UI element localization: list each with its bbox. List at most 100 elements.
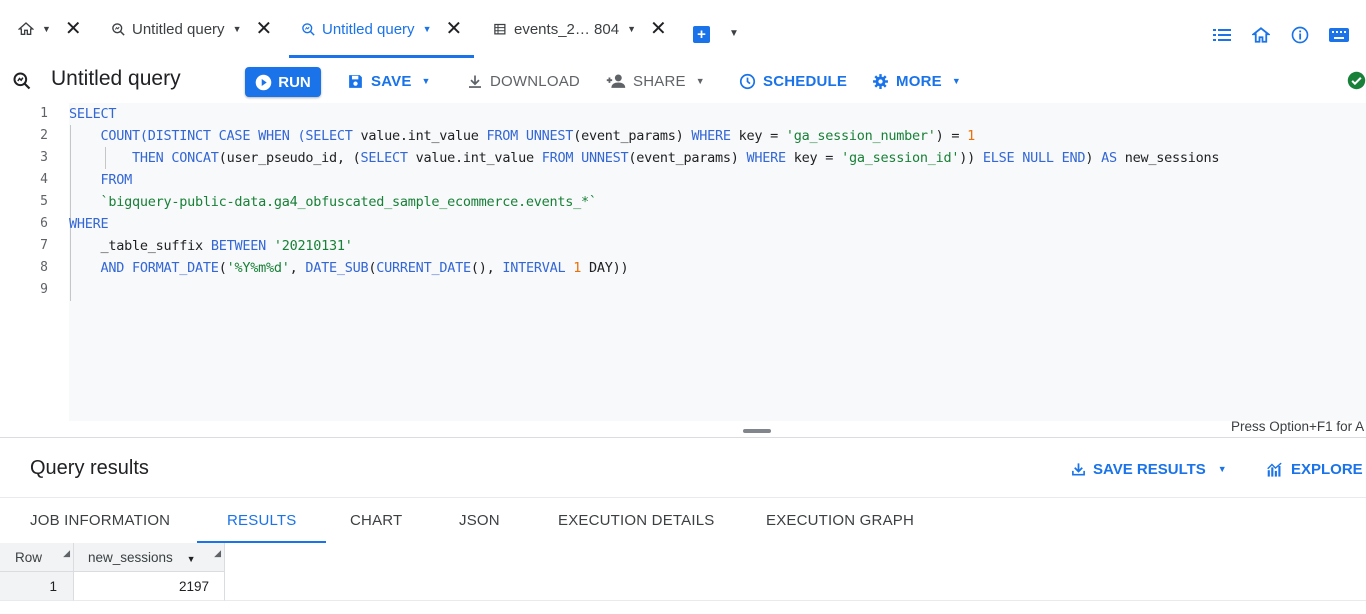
code-line[interactable]: _table_suffix BETWEEN '20210131' [69, 235, 353, 257]
query-toolbar: Untitled query RUN SAVE ▼ DOWNLOAD SHARE… [0, 58, 1366, 104]
code-line[interactable]: WHERE [69, 213, 109, 235]
column-header-row[interactable]: Row ◢ [0, 543, 74, 572]
query-icon [12, 71, 32, 91]
code-token: COUNT(DISTINCT CASE WHEN (SELECT [100, 128, 353, 144]
code-token: THEN CONCAT [132, 150, 219, 166]
page-title: Untitled query [51, 67, 181, 90]
code-token: 'ga_session_id' [841, 150, 960, 166]
check-circle-icon [1347, 71, 1366, 90]
download-icon [467, 73, 483, 90]
code-line[interactable]: AND FORMAT_DATE('%Y%m%d', DATE_SUB(CURRE… [69, 257, 629, 279]
query-icon [111, 22, 126, 37]
tab-label: Untitled query [132, 20, 225, 38]
line-number: 1 [40, 106, 48, 121]
schedule-button[interactable]: SCHEDULE [739, 68, 847, 94]
save-icon [347, 73, 364, 90]
code-token: (event_params) [573, 128, 692, 144]
tab-untitled-query-2[interactable]: Untitled query ▼ ✕ [288, 0, 475, 58]
table-cell[interactable]: 2197 [74, 572, 225, 601]
column-header-label: new_sessions [88, 550, 173, 565]
code-token: '%Y%m%d' [226, 260, 290, 276]
code-token: BETWEEN [210, 238, 266, 254]
code-token: value.int_value [407, 150, 542, 166]
tab-label: events_2… 804 [514, 20, 620, 38]
chevron-down-icon[interactable]: ▼ [627, 24, 636, 34]
tab-execution-graph[interactable]: EXECUTION GRAPH [766, 498, 914, 543]
chart-icon [1267, 462, 1284, 477]
close-icon[interactable]: ✕ [255, 19, 272, 39]
code-token: value.int_value [352, 128, 487, 144]
tab-chart[interactable]: CHART [350, 498, 402, 543]
code-token: FROM [100, 172, 133, 188]
code-token: new_sessions [1116, 150, 1220, 166]
chevron-down-icon[interactable]: ▼ [423, 24, 432, 34]
tab-untitled-query-1[interactable]: Untitled query ▼ ✕ [111, 0, 272, 58]
code-token: WHERE [69, 216, 109, 232]
more-button[interactable]: MORE ▼ [872, 68, 961, 94]
close-icon[interactable]: ✕ [65, 19, 82, 39]
column-resize-icon[interactable]: ◢ [214, 539, 221, 568]
code-line[interactable]: SELECT [69, 103, 117, 125]
close-icon[interactable]: ✕ [445, 19, 462, 39]
tab-home[interactable]: ▼ ✕ [18, 0, 82, 58]
run-button[interactable]: RUN [245, 67, 321, 97]
sort-caret-icon[interactable]: ▼ [187, 554, 196, 564]
code-token: DATE_SUB [305, 260, 369, 276]
results-grid: Row ◢ new_sessions ▼ ◢ 1 2197 [0, 543, 1366, 614]
table-icon [493, 22, 508, 37]
download-label: DOWNLOAD [490, 72, 580, 90]
code-token: _table_suffix [69, 238, 211, 254]
code-token: AS [1101, 150, 1117, 166]
tab-job-information[interactable]: JOB INFORMATION [30, 498, 170, 543]
column-header-new-sessions[interactable]: new_sessions ▼ ◢ [74, 543, 225, 572]
more-label: MORE [896, 72, 942, 90]
share-button[interactable]: SHARE ▼ [606, 68, 705, 94]
code-line[interactable]: THEN CONCAT(user_pseudo_id, (SELECT valu… [69, 147, 1219, 169]
code-token: )) [959, 150, 983, 166]
download-icon [1071, 461, 1086, 477]
tab-label: Untitled query [322, 20, 415, 38]
query-icon [301, 22, 316, 37]
add-tab-icon[interactable]: + [693, 26, 710, 43]
tab-execution-details[interactable]: EXECUTION DETAILS [558, 498, 714, 543]
code-token: AND FORMAT_DATE [100, 260, 219, 276]
code-token: key = [785, 150, 842, 166]
code-token: `bigquery-public-data.ga4_obfuscated_sam… [100, 194, 598, 210]
chevron-down-icon[interactable]: ▼ [42, 24, 51, 34]
line-number: 7 [40, 238, 48, 253]
line-number: 8 [40, 260, 48, 275]
share-label: SHARE [633, 72, 686, 90]
tab-strip: ▼ ✕ Untitled query ▼ ✕ Untitled query ▼ … [0, 0, 1366, 58]
chevron-down-icon[interactable]: ▼ [233, 24, 242, 34]
chevron-down-icon[interactable]: ▼ [729, 28, 739, 39]
line-number: 5 [40, 194, 48, 209]
code-line[interactable]: COUNT(DISTINCT CASE WHEN (SELECT value.i… [69, 125, 976, 147]
code-token: (user_pseudo_id, ( [218, 150, 361, 166]
tab-results[interactable]: RESULTS [196, 498, 328, 544]
tab-events-table[interactable]: events_2… 804 ▼ ✕ [493, 0, 667, 58]
keyboard-icon[interactable] [1329, 25, 1349, 45]
code-line[interactable]: FROM [69, 169, 133, 191]
house-icon[interactable] [1251, 25, 1271, 45]
share-icon [606, 73, 626, 89]
resize-handle[interactable] [743, 429, 771, 433]
download-button[interactable]: DOWNLOAD [467, 68, 580, 94]
explore-data-button[interactable]: EXPLORE D [1267, 459, 1366, 479]
home-icon [18, 21, 34, 37]
code-token: ) [1085, 150, 1102, 166]
line-number: 3 [40, 150, 48, 165]
code-line[interactable]: `bigquery-public-data.ga4_obfuscated_sam… [69, 191, 598, 213]
tab-json[interactable]: JSON [459, 498, 500, 543]
gear-icon [872, 73, 889, 90]
save-button[interactable]: SAVE ▼ [347, 68, 431, 94]
close-icon[interactable]: ✕ [650, 19, 667, 39]
list-icon[interactable] [1212, 25, 1232, 45]
column-resize-icon[interactable]: ◢ [63, 539, 70, 568]
info-icon[interactable] [1290, 25, 1310, 45]
chevron-down-icon: ▼ [421, 76, 431, 86]
code-token: WHERE [746, 150, 787, 166]
results-title: Query results [30, 457, 149, 479]
save-results-button[interactable]: SAVE RESULTS ▼ [1071, 459, 1227, 479]
